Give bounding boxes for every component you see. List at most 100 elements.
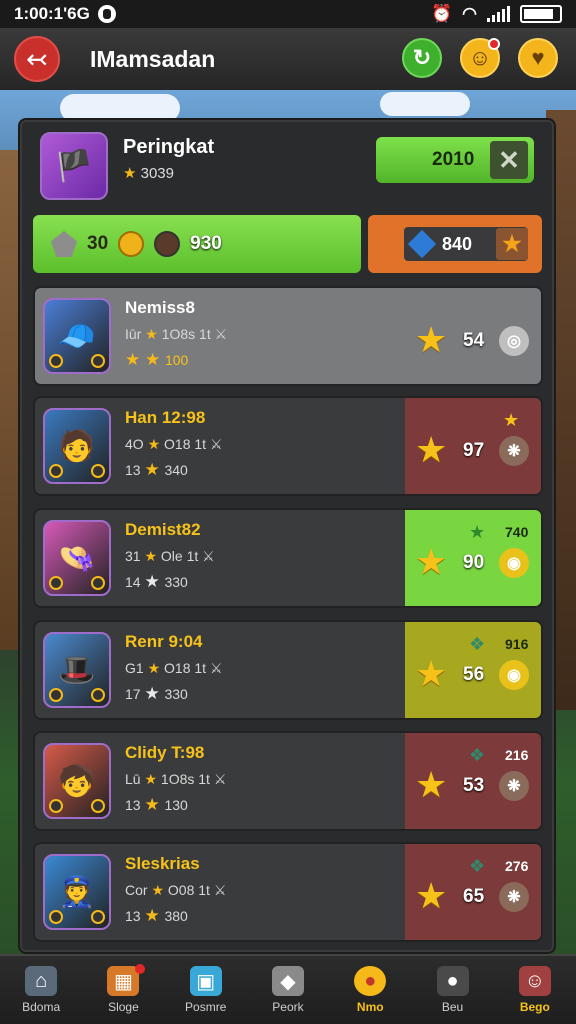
clover-icon: ❖ — [469, 856, 486, 876]
meta2-value: 330 — [164, 574, 188, 590]
leaderboard-row[interactable]: 🧢 Nemiss8 Iūr ★ 1O8s 1t ⚔ ★ ★ 100 ★ 54 ◎ — [33, 286, 543, 386]
player-meta: Cor ★ O08 1t ⚔ — [125, 882, 226, 899]
coin-count: 930 — [190, 233, 222, 254]
player-meta: G1 ★ O18 1t ⚔ — [125, 660, 223, 677]
star-icon: ★ — [144, 684, 165, 703]
player-name: Demist82 — [125, 520, 201, 539]
rank-badge-icon — [91, 464, 105, 478]
bonus-value: 916 — [505, 636, 529, 652]
star-icon: ★ — [415, 429, 448, 470]
leaderboard-row[interactable]: 👮 Sleskrias Cor ★ O08 1t ⚔ 13 ★ 380 ★ 65 ❋ ❖ 276 — [33, 842, 543, 942]
star-icon: ★ — [503, 410, 520, 430]
page-title: IMamsadan — [90, 45, 216, 72]
nav-item-bego[interactable]: ☺ Bego — [494, 956, 576, 1024]
nav-item-beu[interactable]: ● Beu — [411, 956, 493, 1024]
meta2-value: 100 — [164, 352, 189, 368]
nav-item-bdoma[interactable]: ⌂ Bdoma — [0, 956, 82, 1024]
character-icon: 👒 — [58, 541, 96, 575]
star-icon: ★ — [415, 653, 448, 694]
player-name: Han 12:98 — [125, 408, 206, 427]
gem-icon — [51, 231, 77, 257]
clover-icon: ❖ — [469, 745, 486, 765]
star-icon: ★ — [415, 541, 448, 582]
meta-level: G1 — [125, 660, 148, 676]
medal-icon[interactable]: ❋ — [499, 771, 529, 801]
star-badge-icon[interactable]: ★ — [496, 228, 528, 260]
leaderboard-row[interactable]: 🧒 Clidy T:98 Lū ★ 1O8s 1t ⚔ 13 ★ 130 ★ 53 ❋ ❖ 21… — [33, 731, 543, 831]
player-name: Clidy T:98 — [125, 743, 205, 762]
alarm-icon: ⏰ — [430, 4, 453, 23]
character-icon: 👮 — [58, 875, 96, 909]
medal-icon[interactable]: ◉ — [499, 660, 529, 690]
rewards-button[interactable]: ♥ — [518, 38, 558, 78]
meta2-count: 13 — [125, 462, 145, 478]
gem-count: 30 — [87, 233, 109, 254]
nav-label: Bdoma — [22, 1000, 61, 1014]
row-avatar[interactable]: 🧒 — [43, 743, 111, 819]
meta-stat: 1O8s 1t — [161, 326, 215, 342]
player-name: Nemiss8 — [125, 298, 195, 317]
row-avatar[interactable]: 🎩 — [43, 632, 111, 708]
medal-icon[interactable]: ❋ — [499, 882, 529, 912]
medal-icon[interactable]: ❋ — [499, 436, 529, 466]
star-icon: ★ — [145, 326, 162, 342]
status-time: 1:00:1'6G — [14, 4, 90, 23]
meta-stat: Ole 1t — [160, 548, 203, 564]
meta2-count: 13 — [125, 908, 145, 924]
leaderboard-row[interactable]: 👒 Demist82 31 ★ Ole 1t ⚔ 14 ★ 330 ★ 90 ◉ ★ 740 — [33, 508, 543, 608]
sword-icon: ⚔ — [214, 326, 228, 342]
player-name: Sleskrias — [125, 854, 200, 873]
star-icon: ★ — [144, 771, 161, 787]
notification-dot — [134, 964, 145, 974]
nav-label: Sloge — [108, 1000, 139, 1014]
close-button[interactable]: ✕ — [490, 141, 528, 179]
row-avatar[interactable]: 👮 — [43, 854, 111, 930]
close-icon: ✕ — [498, 144, 520, 175]
meta-stat: O18 1t — [164, 436, 210, 452]
player-meta: 4O ★ O18 1t ⚔ — [125, 436, 223, 453]
rank-badge-icon — [91, 688, 105, 702]
nav-label: Beu — [441, 1000, 464, 1014]
player-meta-secondary: 17 ★ 330 — [125, 684, 188, 704]
row-avatar[interactable]: 🧑 — [43, 408, 111, 484]
meta-stat: O18 1t — [164, 660, 210, 676]
meta-level: Lū — [125, 771, 145, 787]
rank-badge-icon — [91, 910, 105, 924]
coin-icon: ● — [354, 966, 387, 996]
nav-item-posmre[interactable]: ▣ Posmre — [165, 956, 247, 1024]
nav-item-sloge[interactable]: ▦ Sloge — [82, 956, 164, 1024]
refresh-button[interactable]: ↻ — [402, 38, 442, 78]
medal-icon[interactable]: ◎ — [499, 326, 529, 356]
leaderboard-title: Peringkat — [123, 136, 215, 158]
player-score: 53 — [463, 775, 485, 796]
star-icon: ★ — [147, 436, 165, 452]
meta2-count: 17 — [125, 686, 145, 702]
row-avatar[interactable]: 🧢 — [43, 298, 111, 374]
nav-item-peork[interactable]: ◆ Peork — [247, 956, 329, 1024]
row-avatar[interactable]: 👒 — [43, 520, 111, 596]
profile-button[interactable]: ☺ — [460, 38, 500, 78]
meta-level: Cor — [125, 882, 152, 898]
leaderboard-row[interactable]: 🎩 Renr 9:04 G1 ★ O18 1t ⚔ 17 ★ 330 ★ 56 ◉ ❖ 916 — [33, 620, 543, 720]
smiley-icon: ☺ — [468, 45, 492, 70]
app-header: ↢ IMamsadan ↻ ☺ ♥ — [0, 28, 576, 90]
sword-icon: ⚔ — [202, 548, 215, 564]
nav-label: Posmre — [185, 1000, 227, 1014]
player-meta: Iūr ★ 1O8s 1t ⚔ — [125, 326, 227, 343]
meta-level: 31 — [125, 548, 145, 564]
player-meta: Lū ★ 1O8s 1t ⚔ — [125, 771, 226, 788]
signal-icon — [487, 6, 510, 22]
star-icon: ★ — [415, 875, 448, 916]
bottom-nav: ⌂ Bdoma ▦ Sloge ▣ Posmre ◆ Peork ● Nmo ● Beu ☺ Bego — [0, 954, 576, 1024]
medal-icon[interactable]: ◉ — [499, 548, 529, 578]
rank-badge-icon — [91, 799, 105, 813]
player-meta-secondary: 14 ★ 330 — [125, 572, 188, 592]
notification-dot — [488, 38, 500, 50]
leaderboard-row[interactable]: 🧑 Han 12:98 4O ★ O18 1t ⚔ 13 ★ 340 ★ 97 ❋ ★ — [33, 396, 543, 496]
star-icon: ★ — [144, 906, 165, 925]
player-avatar[interactable]: 🏴 — [40, 132, 108, 200]
back-button[interactable]: ↢ — [14, 36, 60, 82]
player-score: 65 — [463, 886, 485, 907]
nav-item-nmo[interactable]: ● Nmo — [329, 956, 411, 1024]
player-name: Renr 9:04 — [125, 632, 203, 651]
